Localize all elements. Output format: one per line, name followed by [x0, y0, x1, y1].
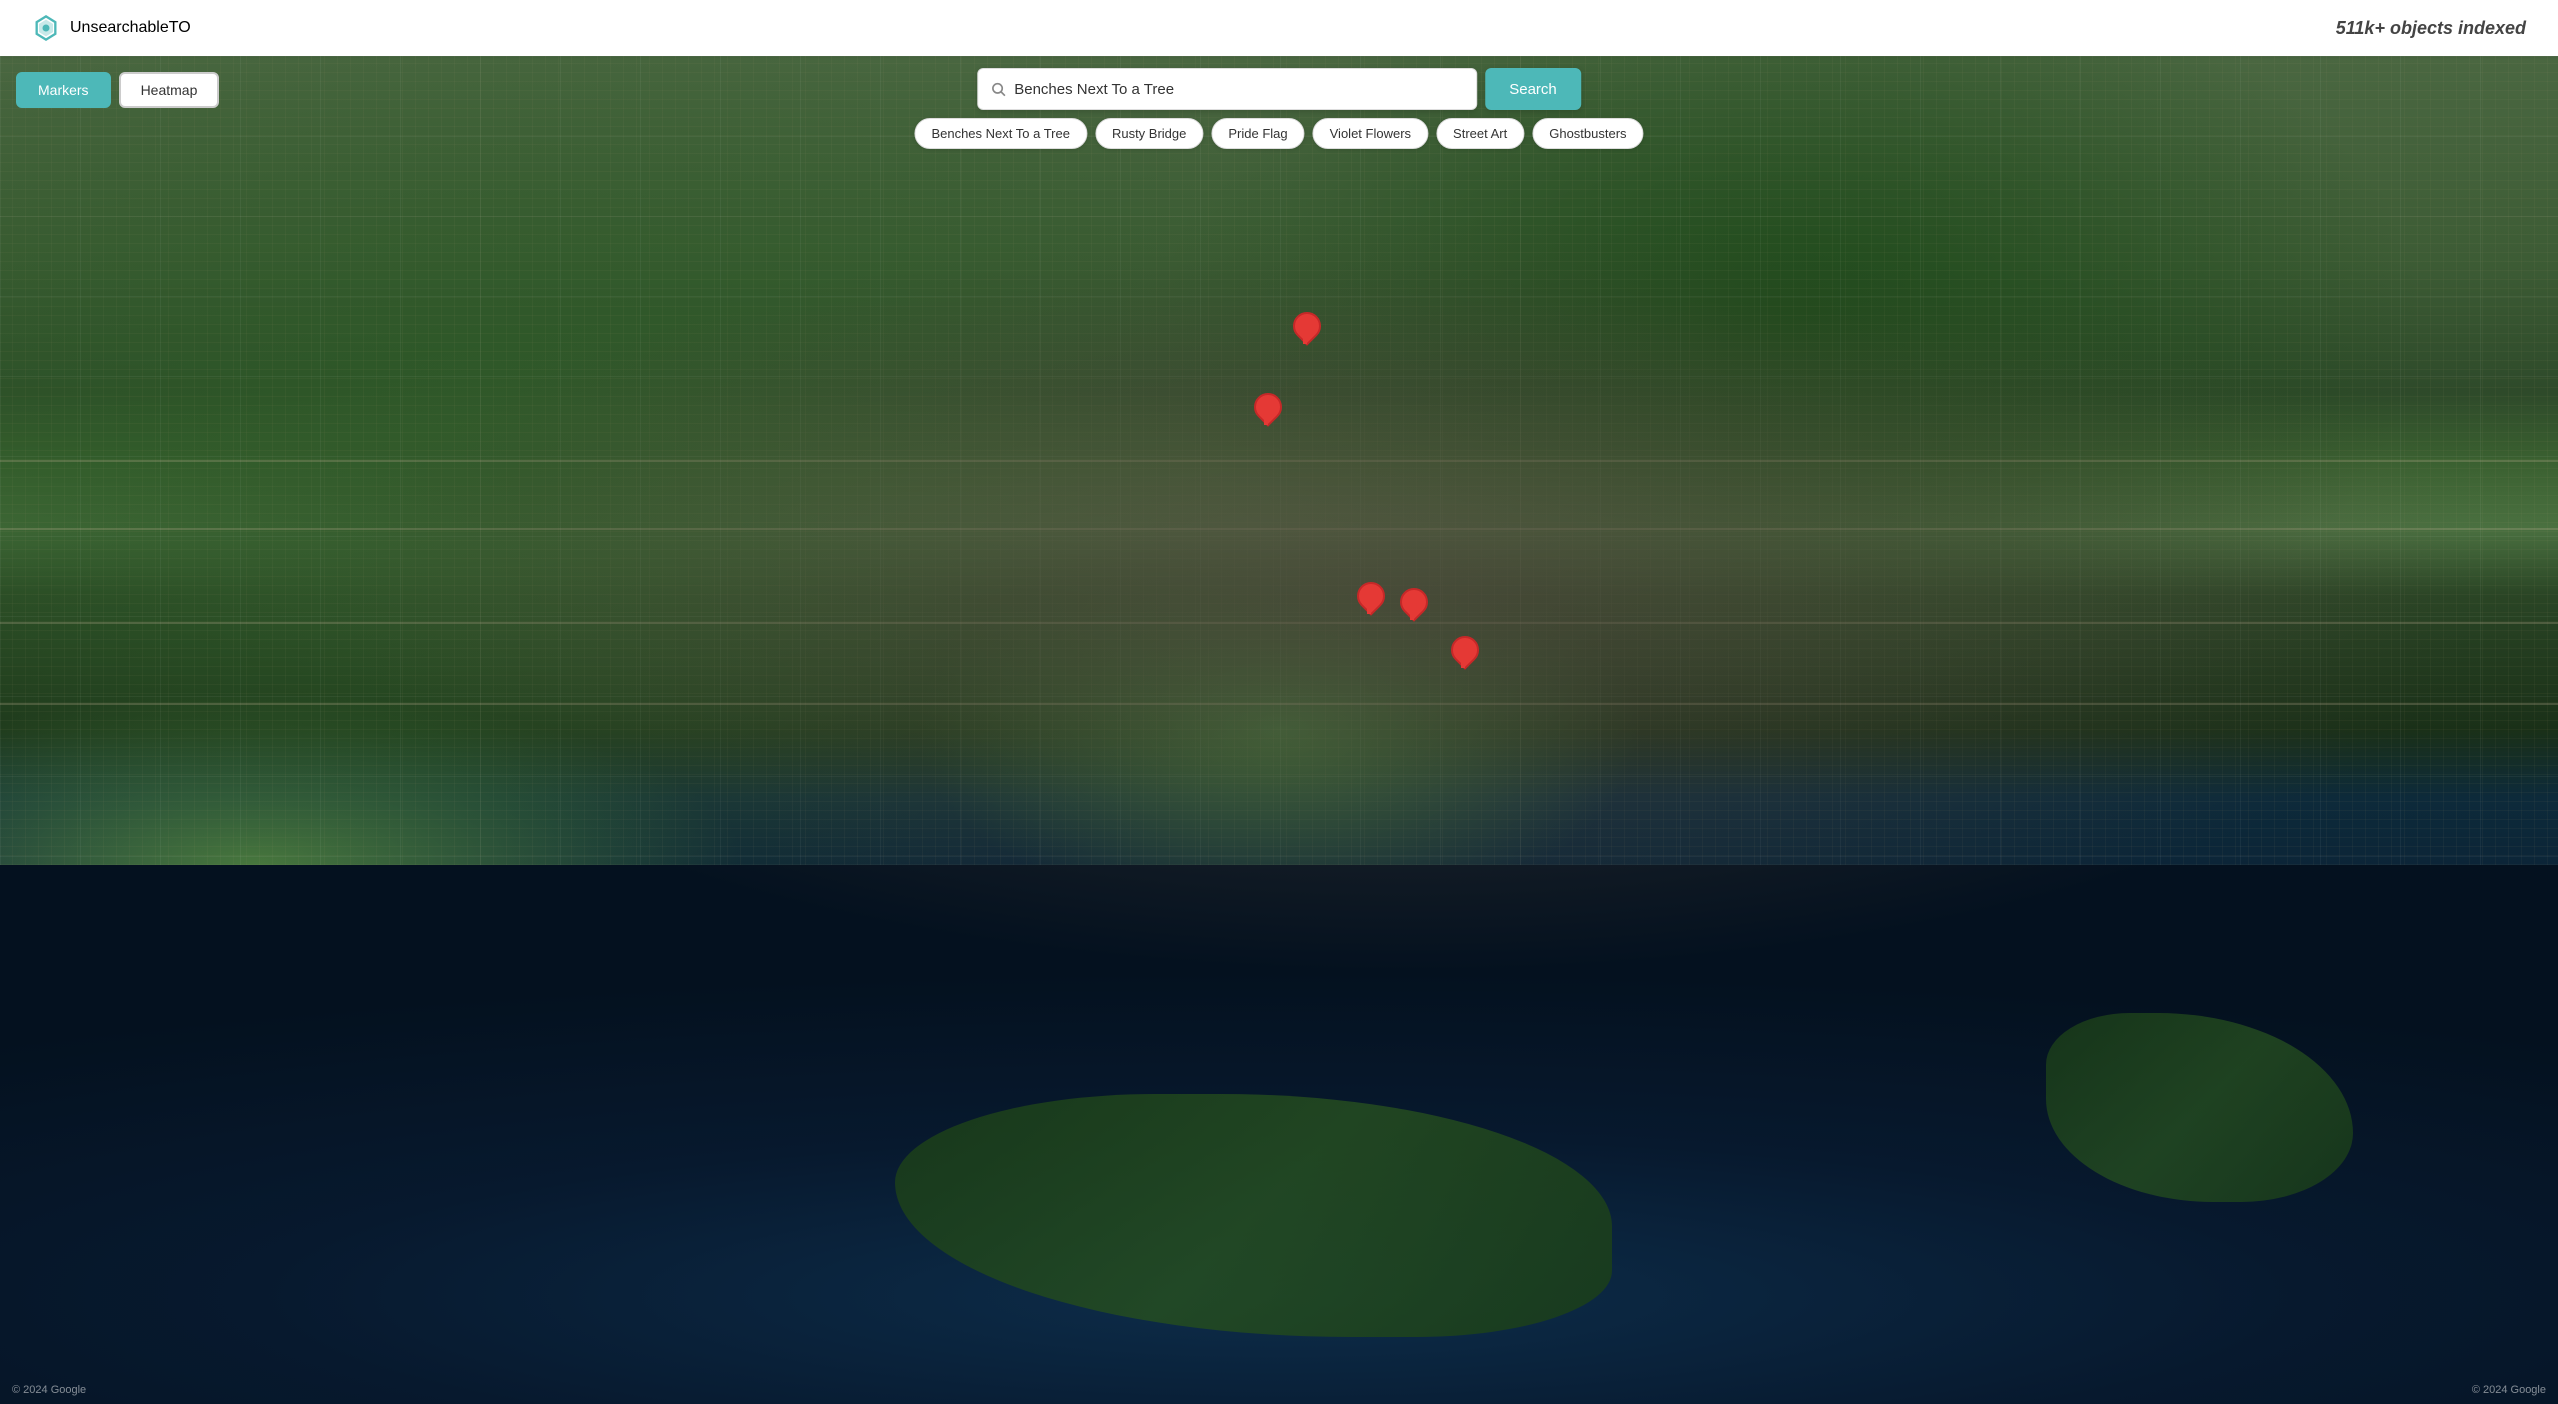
- chip-ghostbusters[interactable]: Ghostbusters: [1532, 118, 1643, 149]
- marker-pin-1: [1293, 312, 1317, 344]
- app-name: UnsearchableTO: [70, 19, 191, 37]
- marker-pin-4: [1400, 588, 1424, 620]
- heatmap-button[interactable]: Heatmap: [119, 72, 220, 108]
- map-marker-2[interactable]: [1254, 393, 1278, 425]
- header: UnsearchableTO 511k+ objects indexed: [0, 0, 2558, 56]
- search-input[interactable]: [1014, 81, 1464, 98]
- marker-pin-2: [1254, 393, 1278, 425]
- chip-street-art[interactable]: Street Art: [1436, 118, 1524, 149]
- map-marker-5[interactable]: [1451, 636, 1475, 668]
- markers-button[interactable]: Markers: [16, 72, 111, 108]
- city-overlay: [0, 56, 2558, 1404]
- search-container: Search: [977, 68, 1581, 110]
- logo-area: UnsearchableTO: [32, 14, 191, 42]
- map-background: Markers Heatmap Search Benches Next To a…: [0, 56, 2558, 1404]
- chip-violet-flowers[interactable]: Violet Flowers: [1313, 118, 1428, 149]
- suggestion-chips: Benches Next To a Tree Rusty Bridge Prid…: [914, 118, 1643, 149]
- chip-rusty-bridge[interactable]: Rusty Bridge: [1095, 118, 1203, 149]
- chip-pride-flag[interactable]: Pride Flag: [1211, 118, 1304, 149]
- objects-indexed: 511k+ objects indexed: [2336, 18, 2526, 39]
- map-watermark-right: © 2024 Google: [2472, 1384, 2546, 1396]
- search-icon: [990, 81, 1006, 97]
- marker-pin-3: [1357, 582, 1381, 614]
- map-watermark-left: © 2024 Google: [12, 1384, 86, 1396]
- map-marker-1[interactable]: [1293, 312, 1317, 344]
- map-container: Markers Heatmap Search Benches Next To a…: [0, 56, 2558, 1404]
- search-bar: [977, 68, 1477, 110]
- marker-pin-5: [1451, 636, 1475, 668]
- search-button[interactable]: Search: [1485, 68, 1581, 110]
- map-marker-4[interactable]: [1400, 588, 1424, 620]
- map-controls: Markers Heatmap: [16, 72, 219, 108]
- logo-icon: [32, 14, 60, 42]
- chip-benches-next-to-tree[interactable]: Benches Next To a Tree: [914, 118, 1087, 149]
- map-marker-3[interactable]: [1357, 582, 1381, 614]
